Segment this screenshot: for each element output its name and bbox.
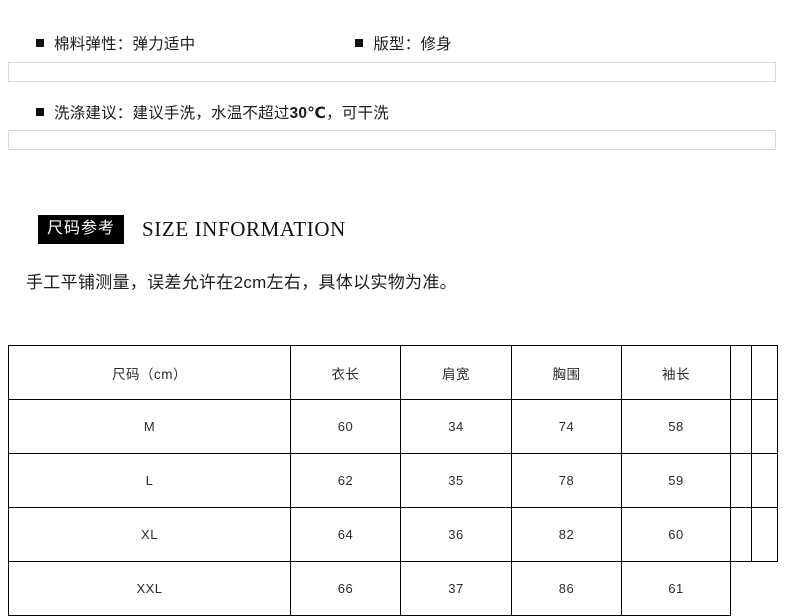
- table-row: XXL 66 37 86 61: [8, 561, 778, 616]
- divider-bar-top: [8, 62, 776, 82]
- cell-blank-2: [751, 453, 778, 508]
- attribute-fit: 版型： 修身: [355, 32, 452, 54]
- table-header-shoulder: 肩宽: [400, 345, 512, 400]
- cell-bust: 86: [511, 561, 622, 616]
- size-information-heading: 尺码参考 SIZE INFORMATION: [38, 215, 346, 244]
- cell-length: 60: [290, 399, 401, 454]
- square-bullet-icon: [355, 39, 364, 47]
- attribute-washing: 洗涤建议： 建议手洗，水温不超过30℃，可干洗: [36, 101, 389, 123]
- attribute-washing-value: 建议手洗，水温不超过30℃，可干洗: [133, 101, 389, 123]
- attribute-fit-label: 版型：: [373, 36, 421, 53]
- size-information-title: SIZE INFORMATION: [142, 217, 346, 241]
- cell-shoulder: 36: [400, 507, 512, 562]
- attribute-elasticity-value: 弹力适中: [132, 36, 196, 53]
- cell-size: M: [8, 399, 291, 454]
- size-reference-badge: 尺码参考: [38, 215, 125, 244]
- cell-blank-2: [751, 507, 778, 562]
- cell-shoulder: 37: [400, 561, 512, 616]
- table-header-size: 尺码（cm）: [8, 345, 291, 400]
- table-header-blank-1: [730, 345, 752, 400]
- attribute-fit-value: 修身: [420, 36, 452, 53]
- square-bullet-icon: [36, 108, 44, 116]
- washing-value-post: ，可干洗: [326, 105, 389, 122]
- cell-blank-2: [752, 562, 778, 616]
- cell-size: XXL: [8, 561, 291, 616]
- product-detail-page: 棉料弹性： 弹力适中 版型： 修身 洗涤建议： 建议手洗，水温不超过30℃，可干…: [0, 0, 786, 616]
- attribute-row-washing: 洗涤建议： 建议手洗，水温不超过30℃，可干洗: [36, 101, 389, 123]
- table-header-blank-2: [751, 345, 778, 400]
- table-row: M 60 34 74 58: [8, 399, 778, 454]
- cell-bust: 82: [511, 507, 622, 562]
- table-row: XL 64 36 82 60: [8, 507, 778, 562]
- cell-length: 64: [290, 507, 401, 562]
- washing-value-pre: 建议手洗，水温不超过: [132, 105, 290, 122]
- cell-length: 66: [290, 561, 401, 616]
- measurement-note: 手工平铺测量，误差允许在2cm左右，具体以实物为准。: [26, 273, 457, 292]
- cell-sleeve: 59: [621, 453, 731, 508]
- table-row: L 62 35 78 59: [8, 453, 778, 508]
- table-header-row: 尺码（cm） 衣长 肩宽 胸围 袖长: [8, 345, 778, 400]
- cell-sleeve: 60: [621, 507, 731, 562]
- washing-temperature: 30℃: [289, 105, 327, 122]
- cell-blank-1: [731, 562, 752, 616]
- cell-sleeve: 61: [621, 561, 731, 616]
- cell-shoulder: 34: [400, 399, 512, 454]
- cell-blank-1: [730, 399, 752, 454]
- cell-bust: 74: [511, 399, 622, 454]
- table-header-bust: 胸围: [511, 345, 622, 400]
- divider-bar-bottom: [8, 130, 776, 150]
- attribute-elasticity-label: 棉料弹性：: [54, 36, 133, 53]
- table-header-length: 衣长: [290, 345, 401, 400]
- size-table-container: 尺码（cm） 衣长 肩宽 胸围 袖长 M 60 34 74 58 L 62 35…: [8, 345, 778, 616]
- cell-blank-1: [730, 507, 752, 562]
- table-header-sleeve: 袖长: [621, 345, 731, 400]
- cell-size: L: [8, 453, 291, 508]
- cell-shoulder: 35: [400, 453, 512, 508]
- size-table: 尺码（cm） 衣长 肩宽 胸围 袖长 M 60 34 74 58 L 62 35…: [8, 345, 778, 616]
- cell-bust: 78: [511, 453, 622, 508]
- cell-blank-2: [751, 399, 778, 454]
- cell-sleeve: 58: [621, 399, 731, 454]
- attribute-washing-label: 洗涤建议：: [54, 105, 133, 122]
- cell-length: 62: [290, 453, 401, 508]
- cell-blank-1: [730, 453, 752, 508]
- square-bullet-icon: [36, 39, 44, 47]
- cell-size: XL: [8, 507, 291, 562]
- attribute-row-fabric: 棉料弹性： 弹力适中 版型： 修身: [36, 32, 452, 54]
- attribute-elasticity: 棉料弹性： 弹力适中: [36, 32, 195, 54]
